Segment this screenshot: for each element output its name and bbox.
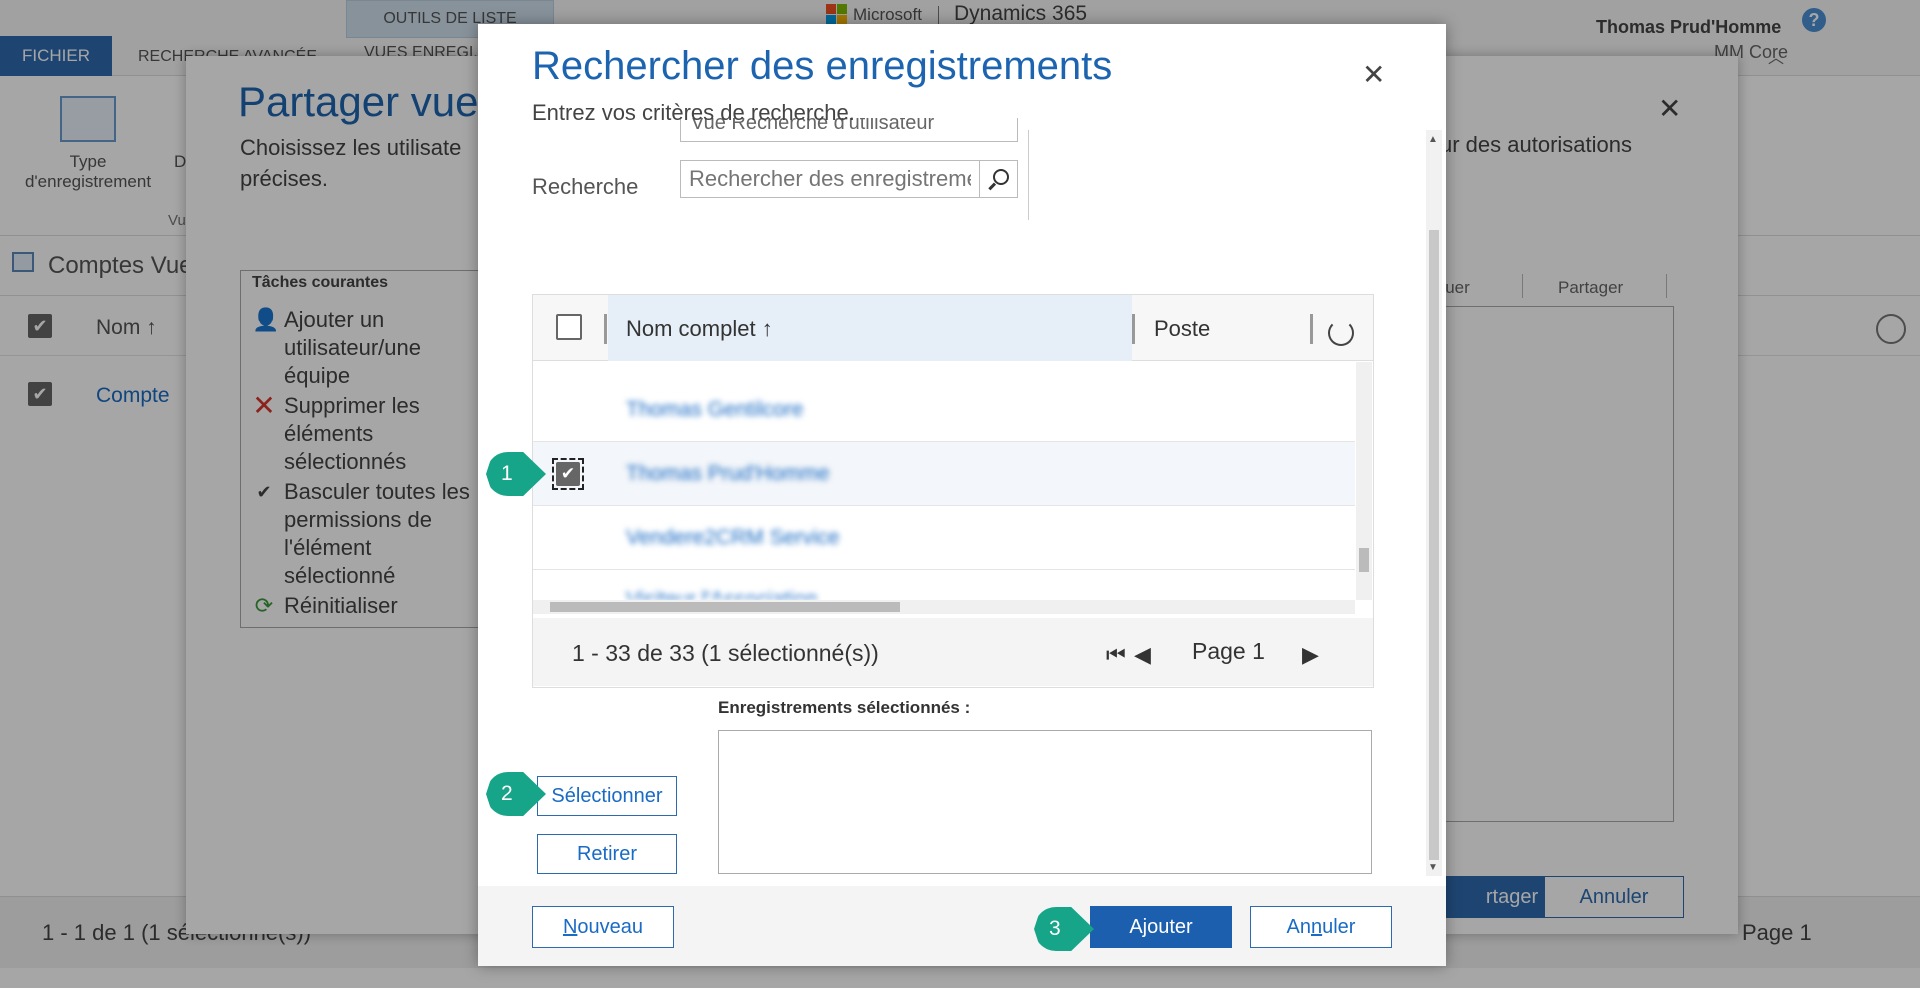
cancel-button[interactable]: An n uler [1250, 906, 1392, 948]
scroll-down-arrow-icon[interactable]: ▼ [1428, 862, 1438, 873]
access-key: n [1310, 915, 1323, 938]
select-all-checkbox[interactable] [556, 314, 582, 340]
search-input[interactable] [681, 161, 979, 197]
button-label: uler [1322, 915, 1356, 938]
access-key: N [562, 915, 578, 938]
refresh-icon[interactable] [1328, 320, 1354, 346]
column-header-full-name[interactable]: Nom complet ↑ [626, 316, 773, 342]
lookup-dialog-subtitle: Entrez vos critères de recherche. [532, 100, 855, 125]
selected-records-list[interactable] [718, 730, 1372, 874]
record-name-link[interactable]: Thomas Prud'Homme [626, 462, 830, 486]
grid-horizontal-scrollbar-thumb[interactable] [550, 602, 900, 612]
page-indicator: Page 1 [1192, 638, 1265, 664]
record-name-link[interactable]: Visiteur l'Association [626, 588, 818, 600]
search-button[interactable] [979, 161, 1017, 197]
search-icon [992, 169, 1009, 185]
column-resize-handle[interactable] [604, 314, 607, 344]
remove-button[interactable]: Retirer [537, 834, 677, 874]
divider [1028, 130, 1029, 220]
button-label: An [1286, 915, 1311, 938]
select-button[interactable]: Sélectionner [537, 776, 677, 816]
selected-records-label: Enregistrements sélectionnés : [718, 698, 971, 717]
record-count: 1 - 33 de 33 (1 sélectionné(s)) [572, 640, 879, 666]
search-label: Recherche [532, 174, 639, 199]
first-page-icon[interactable]: ⏮ [1106, 642, 1126, 668]
previous-page-icon[interactable]: ◀ [1134, 642, 1151, 668]
record-name-link[interactable]: Thomas Gentilcore [626, 398, 803, 422]
scroll-up-arrow-icon[interactable]: ▲ [1428, 134, 1438, 145]
search-box [680, 160, 1018, 198]
checkmark-icon: ✔ [556, 462, 580, 486]
button-label: ouveau [577, 915, 644, 938]
column-resize-handle[interactable] [1310, 314, 1313, 344]
column-resize-handle[interactable] [1132, 314, 1135, 344]
lookup-dialog-title: Rechercher des enregistrements [532, 44, 1113, 88]
record-name-link[interactable]: Vendere2CRM Service [626, 526, 840, 550]
grid-vertical-scrollbar-thumb[interactable] [1359, 548, 1369, 572]
column-header-position[interactable]: Poste [1154, 316, 1210, 342]
row-checkbox-checked[interactable]: ✔ [552, 458, 584, 490]
add-button[interactable]: Ajouter [1090, 906, 1232, 948]
new-button[interactable]: Nouveau [532, 906, 674, 948]
dialog-scrollbar-thumb[interactable] [1429, 230, 1439, 860]
close-icon[interactable]: ✕ [1362, 58, 1385, 91]
next-page-icon[interactable]: ▶ [1302, 642, 1319, 668]
